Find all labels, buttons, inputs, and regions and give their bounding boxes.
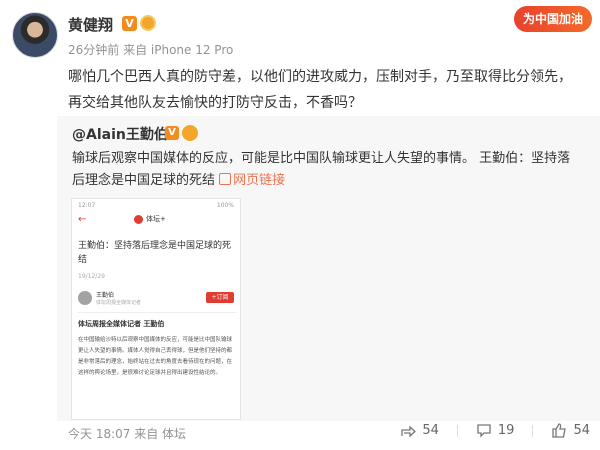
repost-footer: 今天 18:07 来自 体坛 [68,427,187,441]
article-title: 王勤伯：坚持落后理念是中国足球的死结 [78,241,232,265]
action-bar: 54 19 54 [382,423,600,438]
app-brand: 体坛+ [146,215,166,223]
share-count: 54 [422,423,439,438]
comment-count: 19 [497,423,515,438]
link-icon [219,173,232,185]
share-icon [401,425,417,437]
cheer-banner: 为中国加油 [514,6,592,32]
repost-text-body: 输球后观察中国媒体的反应，可能是比中国队输球更让人失望的事情。 王勤伯：坚持落后… [72,151,571,188]
author-name[interactable]: 黄健翔 [68,14,113,35]
repost-verified-icon: V [165,126,179,140]
subscribe-button: +订阅 [206,292,234,303]
comment-button[interactable]: 19 [476,423,515,438]
thumbs-up-icon [552,423,567,438]
web-link[interactable]: 网页链接 [219,173,285,188]
share-button[interactable]: 54 [400,423,439,438]
status-battery: 100% [216,202,234,209]
web-link-label: 网页链接 [233,173,286,188]
status-time: 12:07 [78,202,96,209]
repost-medal-icon [182,125,198,141]
post-text: 哪怕几个巴西人真的防守差，以他们的进攻威力，压制对手，乃至取得比分领先，再交给其… [68,69,572,111]
like-button[interactable]: 54 [551,423,590,438]
article-body: 在中国输给沙特以后观察中国媒体的反应，可能是比中国队输球更让人失望的事情。媒体人… [78,337,233,376]
article-heading: 体坛周报全媒体记者 王勤伯 [78,320,165,328]
repost-user[interactable]: @Alain王勤伯 [72,124,168,144]
action-divider [456,424,458,437]
titan-logo-icon [134,215,143,224]
action-divider [532,424,534,437]
post-meta: 26分钟前 来自 iPhone 12 Pro [68,43,234,57]
like-count: 54 [573,423,590,438]
repost-text: 输球后观察中国媒体的反应，可能是比中国队输球更让人失望的事情。 王勤伯：坚持落后… [72,148,577,192]
article-author-name: 王勤伯 [96,292,115,299]
author-avatar[interactable] [12,12,58,58]
repost-card[interactable]: @Alain王勤伯 V 输球后观察中国媒体的反应，可能是比中国队输球更让人失望的… [57,116,600,421]
article-author-avatar [78,291,92,305]
article-date: 19/12/29 [78,273,105,280]
medal-icon [140,15,156,31]
article-screenshot[interactable]: 12:07 100% ← 体坛+ 王勤伯：坚持落后理念是中国足球的死结 19/1… [71,198,241,420]
article-author-role: 体坛周报全媒体记者 [96,300,142,306]
verified-badge-icon: V [122,16,137,31]
divider [78,312,236,313]
back-arrow-icon: ← [78,214,87,225]
comment-icon [477,424,491,438]
